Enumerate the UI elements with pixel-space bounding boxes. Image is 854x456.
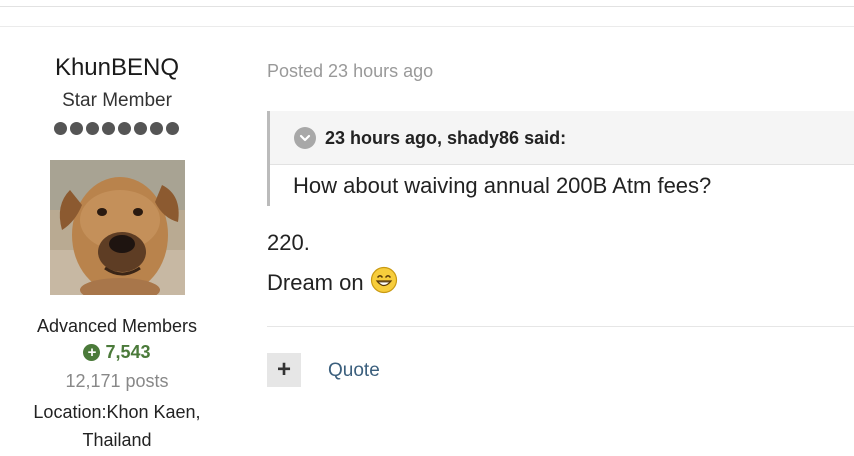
rank-pip [134, 122, 147, 135]
member-group: Advanced Members [36, 316, 198, 336]
location-line: Location:Khon Kaen, [33, 402, 201, 422]
rank-pip [54, 122, 67, 135]
quote-citation: 23 hours ago, shady86 said: [325, 127, 567, 148]
rank-pip [102, 122, 115, 135]
reputation-badge: + 7,543 [0, 342, 234, 363]
multiquote-button[interactable]: + [267, 353, 301, 387]
quote-button[interactable]: Quote [328, 360, 380, 382]
plus-circle-icon: + [83, 344, 101, 361]
post-text-line: 220. [267, 230, 310, 255]
reputation-value: 7,543 [105, 342, 151, 362]
chevron-down-icon[interactable] [294, 127, 316, 149]
post-text: Dream on [267, 270, 364, 295]
plus-icon: + [276, 356, 291, 383]
author-name[interactable]: KhunBENQ [0, 54, 234, 82]
post-divider [267, 326, 854, 327]
location-line: Thailand [82, 430, 152, 450]
rank-pip [150, 122, 163, 135]
rank-pip [70, 122, 83, 135]
top-divider [0, 26, 854, 27]
rank-pip [166, 122, 179, 135]
quote-block: 23 hours ago, shady86 said: How about wa… [267, 111, 854, 206]
author-title: Star Member [62, 90, 172, 111]
quote-body: How about waiving annual 200B Atm fees? [270, 165, 854, 206]
post-count: 12,171 posts [65, 371, 169, 391]
top-border [0, 0, 854, 7]
quote-header[interactable]: 23 hours ago, shady86 said: [294, 127, 566, 149]
avatar[interactable] [50, 160, 185, 295]
post-text-line: Dream on [267, 266, 398, 300]
rank-pip [118, 122, 131, 135]
rank-pip [86, 122, 99, 135]
dog-avatar-image [50, 160, 185, 295]
grinning-face-icon [370, 266, 398, 300]
quote-text: How about waiving annual 200B Atm fees? [293, 173, 712, 198]
rank-pips [54, 122, 180, 136]
post-timestamp[interactable]: Posted 23 hours ago [267, 61, 433, 82]
location: Location:Khon Kaen, Thailand [0, 398, 234, 454]
